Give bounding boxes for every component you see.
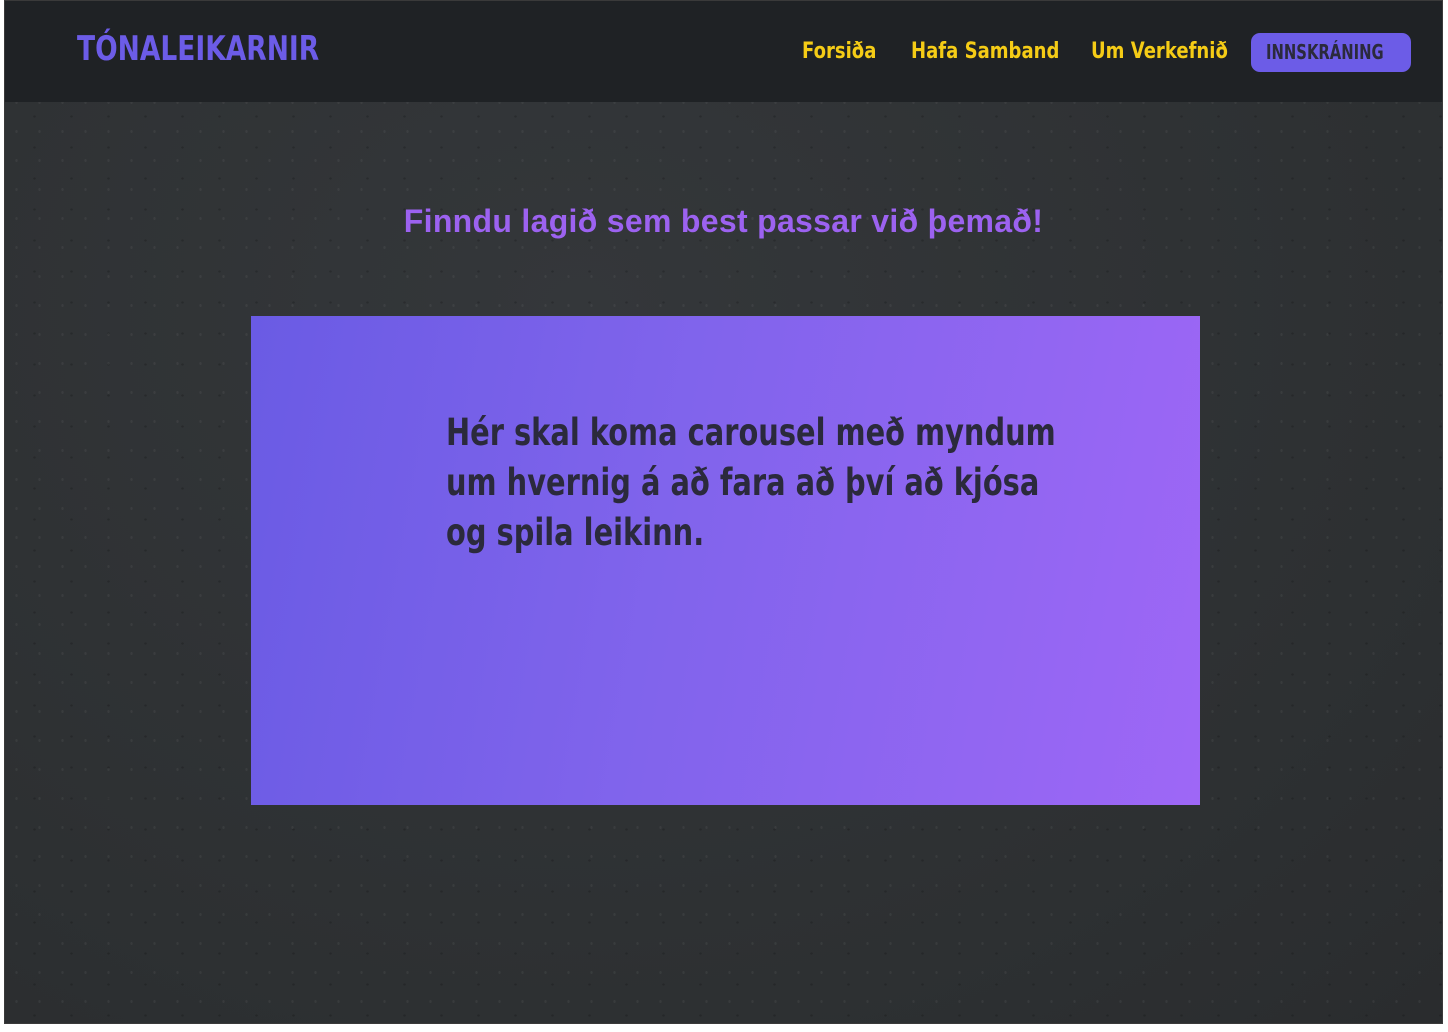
- carousel-placeholder-text: Hér skal koma carousel með myndum um hve…: [446, 411, 1056, 554]
- page-headline: Finndu lagið sem best passar við þemað!: [403, 203, 1044, 239]
- page-frame: TÓNALEIKARNIR Forsiða Hafa Samband Um Ve…: [4, 0, 1443, 1024]
- carousel-placeholder: Hér skal koma carousel með myndum um hve…: [251, 316, 1200, 805]
- nav-link-contact[interactable]: Hafa Samband: [911, 39, 1059, 64]
- login-button[interactable]: INNSKRÁNING: [1251, 33, 1411, 72]
- nav-link-home[interactable]: Forsiða: [802, 39, 876, 64]
- nav-link-about[interactable]: Um Verkefnið: [1091, 39, 1228, 64]
- nav-links: Forsiða Hafa Samband Um Verkefnið INNSKR…: [5, 1, 1442, 102]
- top-navbar: TÓNALEIKARNIR Forsiða Hafa Samband Um Ve…: [5, 1, 1442, 102]
- login-button-label: INNSKRÁNING: [1266, 40, 1384, 64]
